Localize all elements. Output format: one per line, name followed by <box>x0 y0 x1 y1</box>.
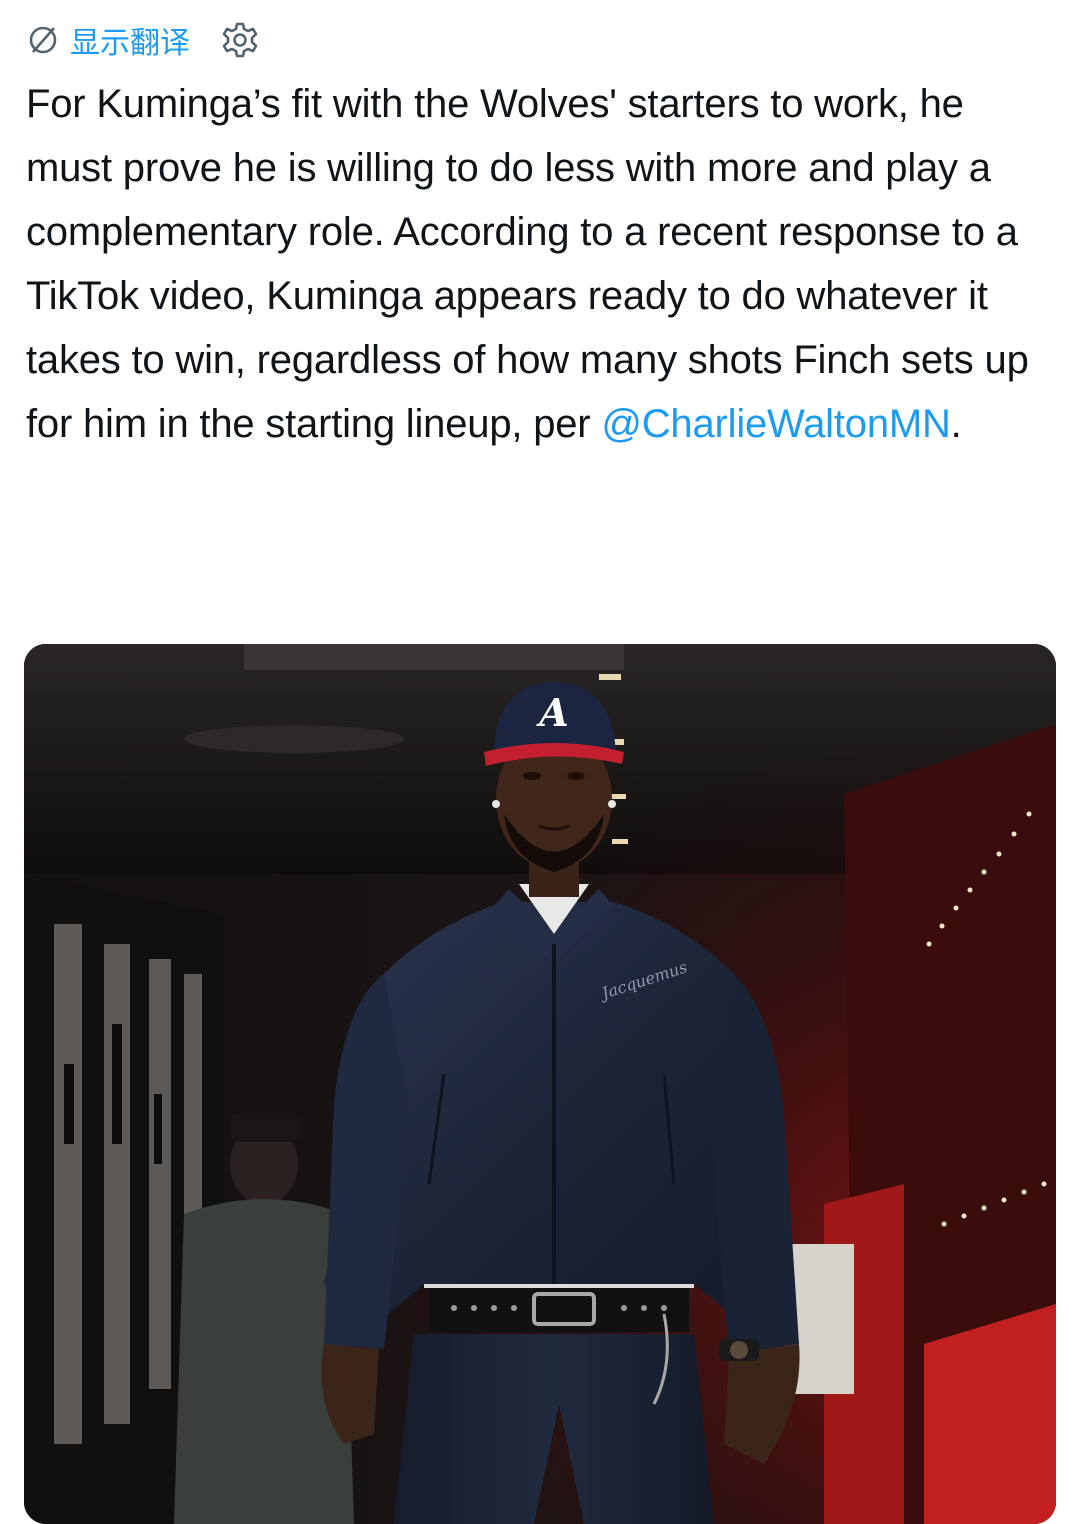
translate-icon <box>26 23 60 57</box>
svg-text:A: A <box>536 690 568 735</box>
tweet-body: For Kuminga’s fit with the Wolves' start… <box>26 82 1040 446</box>
translate-bar: 显示翻译 <box>26 18 260 62</box>
tweet-photo[interactable]: Jacquemus A <box>24 644 1056 1524</box>
tweet-text: For Kuminga’s fit with the Wolves' start… <box>26 72 1056 456</box>
tweet-trailing: . <box>950 402 962 446</box>
mention-link[interactable]: @CharlieWaltonMN <box>601 402 951 446</box>
show-translation-button[interactable]: 显示翻译 <box>26 18 190 62</box>
photo-illustration: Jacquemus A <box>24 644 1056 1524</box>
show-translation-label: 显示翻译 <box>70 26 190 61</box>
gear-icon[interactable] <box>220 20 260 60</box>
